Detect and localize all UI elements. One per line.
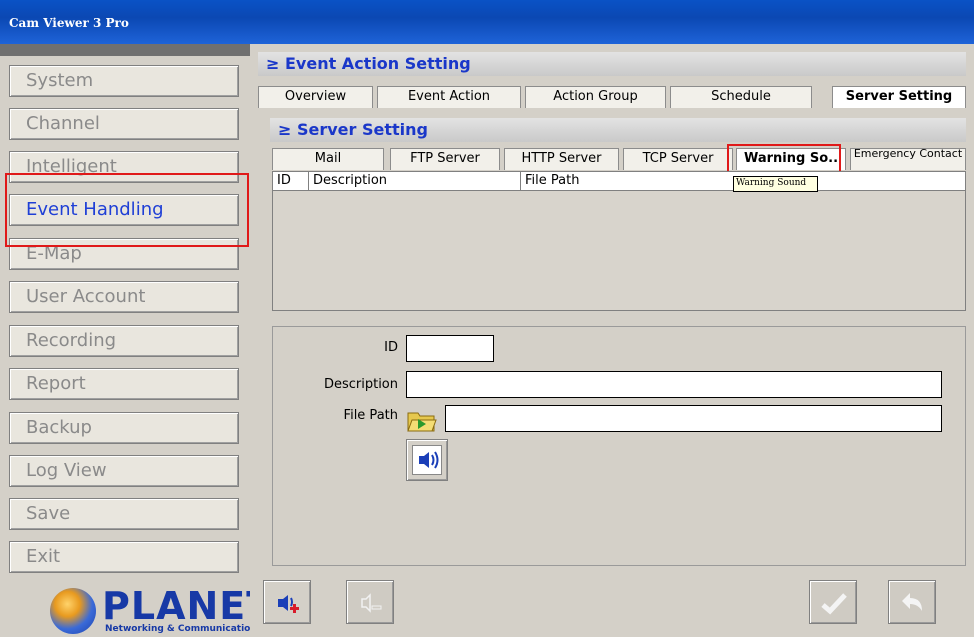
description-field[interactable] xyxy=(406,371,942,398)
file-path-field[interactable] xyxy=(445,405,942,432)
tab-server-setting[interactable]: Server Setting xyxy=(832,86,966,108)
server-setting-tabs: Mail FTP Server HTTP Server TCP Server W… xyxy=(272,148,966,170)
undo-icon xyxy=(898,589,928,621)
column-id[interactable]: ID xyxy=(273,172,309,191)
sidebar-item-user-account[interactable]: User Account xyxy=(9,281,239,313)
tab-emergency-contact[interactable]: Emergency Contact xyxy=(850,148,966,170)
file-path-label: File Path xyxy=(343,408,398,423)
sidebar-item-intelligent[interactable]: Intelligent xyxy=(9,151,239,183)
sidebar-item-e-map[interactable]: E-Map xyxy=(9,238,239,270)
id-field[interactable] xyxy=(406,335,494,362)
tab-action-group[interactable]: Action Group xyxy=(525,86,666,108)
sidebar-item-channel[interactable]: Channel xyxy=(9,108,239,140)
play-sound-button[interactable] xyxy=(406,439,448,481)
id-label: ID xyxy=(384,340,398,355)
event-action-title: Event Action Setting xyxy=(284,54,471,73)
globe-icon xyxy=(50,588,96,634)
event-action-header: ≥ Event Action Setting xyxy=(258,52,966,76)
add-sound-button[interactable] xyxy=(263,580,311,624)
logo-tagline: Networking & Communication xyxy=(105,624,257,634)
main-panel: ≥ Event Action Setting Overview Event Ac… xyxy=(250,44,974,637)
speaker-icon xyxy=(412,445,442,475)
sidebar-item-event-handling[interactable]: Event Handling xyxy=(9,194,239,226)
event-action-tabs: Overview Event Action Action Group Sched… xyxy=(258,86,966,108)
sidebar-item-report[interactable]: Report xyxy=(9,368,239,400)
speaker-add-icon xyxy=(274,589,302,621)
confirm-button[interactable] xyxy=(809,580,857,624)
speaker-delete-icon xyxy=(357,589,385,621)
tab-event-action[interactable]: Event Action xyxy=(377,86,521,108)
sidebar-top-strip xyxy=(0,44,250,56)
detail-panel: ID Description File Path xyxy=(272,326,966,566)
tab-overview[interactable]: Overview xyxy=(258,86,373,108)
warning-sound-tooltip: Warning Sound xyxy=(733,176,818,192)
server-setting-header: ≥ Server Setting xyxy=(270,118,966,142)
tab-ftp-server[interactable]: FTP Server xyxy=(390,148,500,170)
sidebar-item-system[interactable]: System xyxy=(9,65,239,97)
sidebar: System Channel Intelligent Event Handlin… xyxy=(0,44,272,637)
sidebar-item-recording[interactable]: Recording xyxy=(9,325,239,357)
sidebar-item-exit[interactable]: Exit xyxy=(9,541,239,573)
tab-http-server[interactable]: HTTP Server xyxy=(504,148,619,170)
checkmark-icon xyxy=(819,589,849,621)
logo-brand: PLANET xyxy=(102,584,274,628)
planet-logo: PLANET Networking & Communication xyxy=(50,584,272,634)
chevron-down-icon: ≥ xyxy=(266,54,280,73)
window-title: Cam Viewer 3 Pro xyxy=(0,0,974,44)
tab-schedule[interactable]: Schedule xyxy=(670,86,812,108)
warning-sound-list[interactable]: ID Description File Path xyxy=(272,171,966,311)
list-header: ID Description File Path xyxy=(273,172,965,191)
description-label: Description xyxy=(323,377,398,392)
undo-button[interactable] xyxy=(888,580,936,624)
sidebar-item-save[interactable]: Save xyxy=(9,498,239,530)
sidebar-item-log-view[interactable]: Log View xyxy=(9,455,239,487)
tab-mail[interactable]: Mail xyxy=(272,148,384,170)
folder-open-icon[interactable] xyxy=(406,407,438,435)
chevron-down-icon: ≥ xyxy=(278,120,292,139)
column-description[interactable]: Description xyxy=(309,172,521,191)
sidebar-item-backup[interactable]: Backup xyxy=(9,412,239,444)
server-setting-title: Server Setting xyxy=(296,120,428,139)
delete-sound-button[interactable] xyxy=(346,580,394,624)
tab-tcp-server[interactable]: TCP Server xyxy=(623,148,733,170)
tab-warning-sound[interactable]: Warning So.. xyxy=(736,148,846,170)
